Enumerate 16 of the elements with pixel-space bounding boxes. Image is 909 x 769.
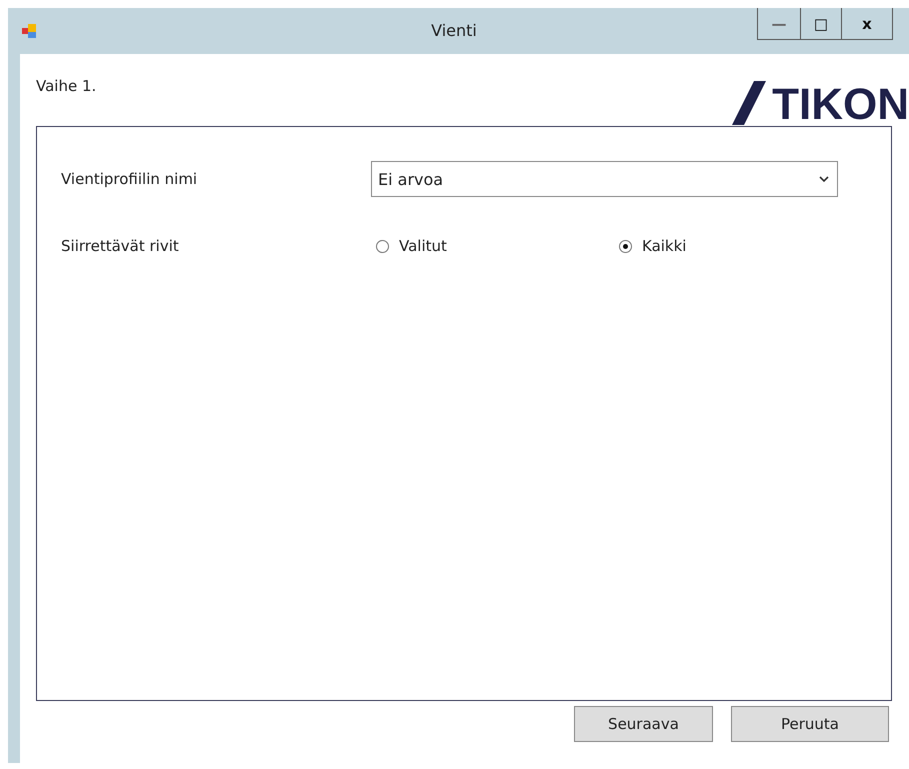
- profile-dropdown[interactable]: Ei arvoa: [371, 161, 838, 197]
- radio-option[interactable]: Valitut: [376, 237, 614, 255]
- field-label: Siirrettävät rivit: [61, 237, 180, 255]
- app-icon: [22, 24, 38, 38]
- window-title: Vienti: [431, 21, 477, 40]
- logo: TIKON: [732, 81, 909, 125]
- radio-button[interactable]: [376, 240, 389, 252]
- minimize-button[interactable]: —: [757, 8, 801, 40]
- chevron-icon: [819, 176, 829, 182]
- radio-button[interactable]: [619, 240, 632, 252]
- close-button[interactable]: x: [841, 8, 893, 40]
- field-label: Vientiprofiilin nimi: [61, 170, 198, 188]
- next-button[interactable]: Seuraava: [574, 706, 713, 742]
- radio-option[interactable]: Kaikki: [619, 237, 857, 255]
- cancel-button[interactable]: Peruuta: [731, 706, 889, 742]
- step-label: Vaihe 1.: [36, 77, 96, 95]
